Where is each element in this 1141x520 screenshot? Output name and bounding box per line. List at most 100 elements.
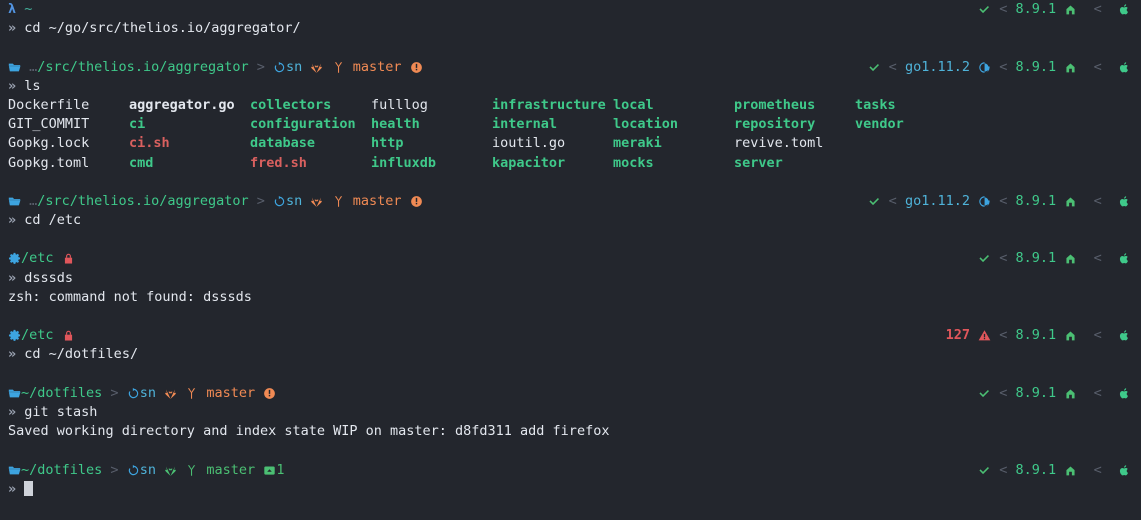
listing-entry: meraki bbox=[613, 135, 662, 152]
status-chevron: < bbox=[1093, 384, 1102, 401]
prompt-symbol: » bbox=[8, 20, 17, 37]
listing-entry: ci bbox=[129, 116, 146, 133]
git-path-label: ~/dotfiles bbox=[21, 384, 103, 401]
home-path-label: ~ bbox=[24, 1, 33, 17]
listing-entry: Gopkg.toml bbox=[8, 154, 90, 171]
apple-icon bbox=[1118, 329, 1131, 342]
lock-icon bbox=[62, 329, 75, 342]
listing-cell: influxdb bbox=[371, 154, 492, 173]
listing-row: Gopkg.lock ci.sh database http ioutil.go mera… bbox=[0, 134, 1141, 153]
status-bar: < 8.9.1 < bbox=[978, 461, 1131, 480]
path-separator: > bbox=[110, 384, 119, 401]
status-bar: 127 < 8.9.1 < bbox=[946, 326, 1131, 345]
node-home-icon bbox=[1064, 252, 1077, 265]
listing-entry: configuration bbox=[250, 116, 356, 133]
listing-entry: revive.toml bbox=[734, 135, 824, 152]
node-version-label: 8.9.1 bbox=[1015, 192, 1057, 209]
output-text: zsh: command not found: dsssds bbox=[8, 288, 252, 305]
status-chevron: < bbox=[1093, 192, 1102, 209]
listing-entry: infrastructure bbox=[492, 96, 606, 113]
status-bar: < go1.11.2 < 8.9.1 < bbox=[868, 192, 1131, 211]
listing-entry: http bbox=[371, 135, 404, 152]
output-line: Saved working directory and index state … bbox=[0, 422, 1141, 441]
check-icon bbox=[868, 61, 881, 74]
status-bar: < 8.9.1 < bbox=[978, 384, 1131, 403]
listing-entry: location bbox=[613, 116, 679, 133]
git-remote-label: sn bbox=[139, 384, 156, 401]
listing-entry: health bbox=[371, 116, 420, 133]
node-version-label: 8.9.1 bbox=[1015, 327, 1057, 344]
listing-entry: GIT_COMMIT bbox=[8, 116, 90, 133]
node-home-icon bbox=[1064, 195, 1077, 208]
git-path-label: /src/thelios.io/aggregator bbox=[37, 58, 249, 75]
listing-entry: Dockerfile bbox=[8, 96, 90, 113]
text-cursor[interactable] bbox=[24, 480, 34, 496]
listing-cell: fred.sh bbox=[250, 154, 371, 173]
node-home-icon bbox=[1064, 329, 1077, 342]
git-branch-icon bbox=[332, 61, 345, 74]
listing-entry: tasks bbox=[855, 96, 896, 113]
status-chevron: < bbox=[1093, 327, 1102, 344]
listing-entry: collectors bbox=[250, 96, 332, 113]
listing-cell: meraki bbox=[613, 134, 734, 153]
go-version-label: go1.11.2 bbox=[904, 192, 970, 209]
terminal-window[interactable]: λ ~ < 8.9.1 < » cd ~/go/src/thelios.io/a… bbox=[0, 0, 1141, 520]
sync-icon bbox=[127, 387, 140, 400]
command-text: cd /etc bbox=[24, 212, 82, 229]
prompt-symbol: » bbox=[8, 346, 17, 363]
listing-row: Gopkg.toml cmd fred.sh influxdb kapacitor moc… bbox=[0, 154, 1141, 173]
listing-cell: Gopkg.lock bbox=[8, 134, 129, 153]
git-stash-count: 1 bbox=[276, 461, 285, 478]
listing-cell: Gopkg.toml bbox=[8, 154, 129, 173]
listing-cell: Dockerfile bbox=[8, 96, 129, 115]
prompt-line: λ ~ < 8.9.1 < bbox=[0, 0, 1141, 19]
command-text: cd ~/dotfiles/ bbox=[24, 346, 139, 363]
git-path-label: /src/thelios.io/aggregator bbox=[37, 192, 249, 209]
folder-icon bbox=[8, 61, 21, 74]
listing-cell: repository bbox=[734, 115, 855, 134]
prompt-line: …/src/thelios.io/aggregator > sn master … bbox=[0, 192, 1141, 211]
listing-cell: server bbox=[734, 154, 855, 173]
check-icon bbox=[978, 464, 991, 477]
listing-cell: location bbox=[613, 115, 734, 134]
sync-icon bbox=[127, 464, 140, 477]
folder-icon bbox=[8, 387, 21, 400]
command-line: » cd /etc bbox=[0, 211, 1141, 230]
listing-entry: fred.sh bbox=[250, 154, 307, 171]
folder-icon bbox=[8, 195, 21, 208]
node-home-icon bbox=[1064, 3, 1077, 16]
check-icon bbox=[868, 195, 881, 208]
gitlab-fox-icon bbox=[310, 61, 323, 74]
apple-icon bbox=[1118, 3, 1131, 16]
git-branch-label: master bbox=[352, 58, 402, 75]
